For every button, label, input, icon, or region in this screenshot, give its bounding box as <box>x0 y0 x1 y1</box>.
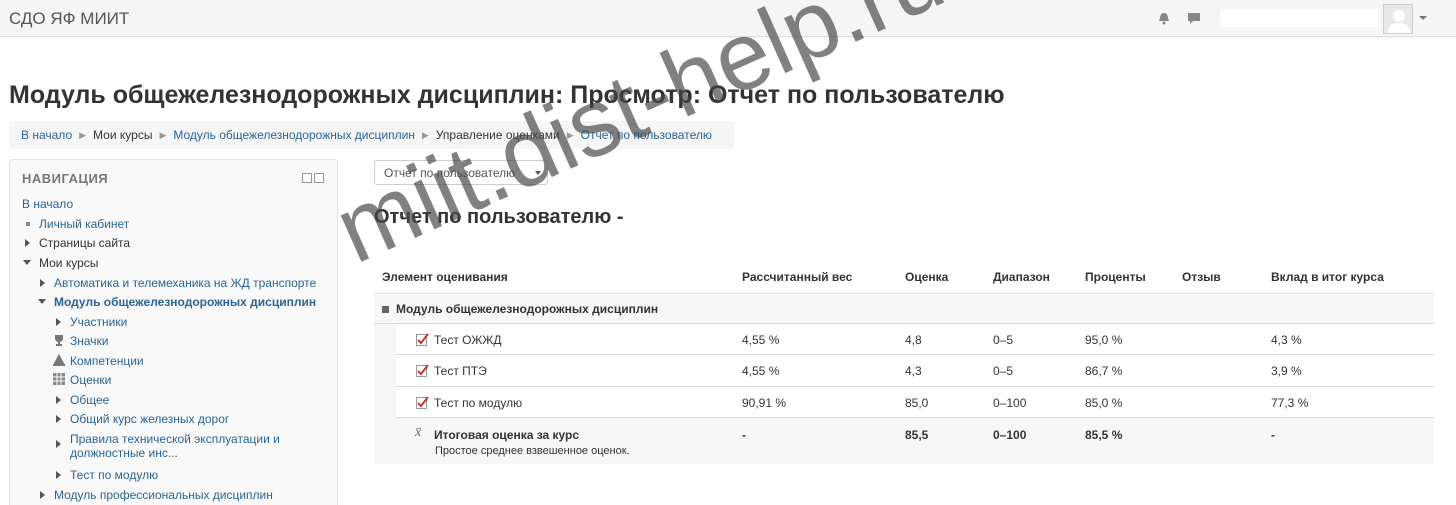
col-header-contribution: Вклад в итог курса <box>1271 270 1384 284</box>
nav-competencies[interactable]: Компетенции <box>53 354 144 368</box>
navigation-block-title: НАВИГАЦИЯ <box>22 171 109 186</box>
expand-arrow-icon <box>25 239 30 247</box>
breadcrumb-home[interactable]: В начало <box>21 128 72 142</box>
expand-arrow-icon <box>56 440 61 448</box>
nav-dashboard[interactable]: Личный кабинет <box>26 217 129 231</box>
grade-cell: 4,3 <box>905 364 922 378</box>
trophy-icon <box>55 335 63 346</box>
contribution-cell: 3,9 % <box>1271 364 1302 378</box>
nav-course-current[interactable]: Модуль общежелезнодорожных дисциплин <box>38 295 316 309</box>
category-icon <box>382 306 389 313</box>
report-title: Отчет по пользователю - <box>374 206 624 228</box>
col-header-item: Элемент оценивания <box>382 270 508 284</box>
site-brand[interactable]: СДО ЯФ МИИТ <box>9 9 129 29</box>
user-menu-caret-icon[interactable] <box>1419 16 1427 20</box>
category-name: Модуль общежелезнодорожных дисциплин <box>382 302 658 316</box>
course-total-label: Итоговая оценка за курс <box>434 428 580 442</box>
total-contribution-cell: - <box>1271 428 1275 442</box>
nav-participants[interactable]: Участники <box>56 315 127 329</box>
nav-site-pages[interactable]: Страницы сайта <box>25 236 130 250</box>
indent-column <box>374 324 396 464</box>
grade-item-link[interactable]: Тест по модулю <box>434 396 522 410</box>
nav-grades[interactable]: Оценки <box>53 373 111 387</box>
navigation-block: НАВИГАЦИЯ В начало Личный кабинет Страни… <box>9 159 338 505</box>
total-weight-cell: - <box>742 428 746 442</box>
block-dock-icon[interactable] <box>302 173 312 183</box>
quiz-icon <box>416 396 429 409</box>
select-arrow-icon <box>535 171 541 175</box>
nav-module-test[interactable]: Тест по модулю <box>56 468 158 482</box>
percent-cell: 85,0 % <box>1085 396 1123 410</box>
quiz-icon <box>416 333 429 346</box>
total-grade-cell: 85,5 <box>905 428 929 442</box>
nav-railway-course[interactable]: Общий курс железных дорог <box>56 412 229 426</box>
expand-arrow-icon <box>56 396 61 404</box>
sigma-icon: x̄ <box>415 425 422 440</box>
nav-badges[interactable]: Значки <box>55 334 109 348</box>
course-total-note: Простое среднее взвешенное оценок. <box>435 445 630 457</box>
range-cell: 0–5 <box>993 333 1014 347</box>
percent-cell: 86,7 % <box>1085 364 1123 378</box>
col-header-range: Диапазон <box>993 270 1050 284</box>
expand-arrow-icon <box>40 491 45 499</box>
user-avatar[interactable] <box>1383 4 1413 34</box>
grade-item-link[interactable]: Тест ОЖЖД <box>434 333 502 347</box>
grade-cell: 85,0 <box>905 396 929 410</box>
page-title: Модуль общежелезнодорожных дисциплин: Пр… <box>9 81 1005 109</box>
quiz-icon <box>416 364 429 377</box>
range-cell: 0–5 <box>993 364 1014 378</box>
nav-general[interactable]: Общее <box>56 393 109 407</box>
contribution-cell: 77,3 % <box>1271 396 1309 410</box>
contribution-cell: 4,3 % <box>1271 333 1302 347</box>
competency-icon <box>53 354 65 366</box>
top-navbar: СДО ЯФ МИИТ <box>0 0 1456 37</box>
grade-item-link[interactable]: Тест ПТЭ <box>434 364 487 378</box>
expand-arrow-icon <box>40 279 45 287</box>
breadcrumb-separator-icon: ▶ <box>421 130 429 140</box>
breadcrumb-grade-admin: Управление оценками <box>435 128 560 142</box>
block-collapse-icon[interactable] <box>314 173 324 183</box>
collapse-arrow-icon <box>38 299 46 304</box>
expand-arrow-icon <box>56 415 61 423</box>
breadcrumb-my-courses: Мои курсы <box>93 128 153 142</box>
nav-course-professional[interactable]: Модуль профессиональных дисциплин <box>40 488 273 502</box>
messages-icon[interactable] <box>1187 12 1201 25</box>
col-header-grade: Оценка <box>905 270 949 284</box>
report-type-select[interactable]: Отчет по пользователю <box>374 160 548 185</box>
grade-cell: 4,8 <box>905 333 922 347</box>
total-percent-cell: 85,5 % <box>1085 428 1123 442</box>
nav-home[interactable]: В начало <box>22 197 73 211</box>
breadcrumb-separator-icon: ▶ <box>79 130 87 140</box>
nav-my-courses[interactable]: Мои курсы <box>23 256 98 270</box>
weight-cell: 4,55 % <box>742 333 780 347</box>
total-range-cell: 0–100 <box>993 428 1027 442</box>
expand-arrow-icon <box>56 318 61 326</box>
breadcrumb-user-report[interactable]: Отчет по пользователю <box>581 128 712 142</box>
collapse-arrow-icon <box>23 260 31 265</box>
col-header-percent: Проценты <box>1085 270 1146 284</box>
report-type-value: Отчет по пользователю <box>384 166 516 180</box>
grades-table-icon <box>53 373 65 385</box>
breadcrumb-separator-icon: ▶ <box>566 130 574 140</box>
col-header-feedback: Отзыв <box>1182 270 1221 284</box>
weight-cell: 4,55 % <box>742 364 780 378</box>
breadcrumb-separator-icon: ▶ <box>159 130 167 140</box>
percent-cell: 95,0 % <box>1085 333 1123 347</box>
bullet-icon <box>26 222 30 226</box>
range-cell: 0–100 <box>993 396 1027 410</box>
nav-pte-rules[interactable]: Правила технической эксплуатации и должно… <box>56 432 280 460</box>
expand-arrow-icon <box>56 471 61 479</box>
weight-cell: 90,91 % <box>742 396 787 410</box>
avatar-icon <box>1387 10 1411 33</box>
user-grade-report-table: Элемент оценивания Рассчитанный вес Оцен… <box>374 262 1434 464</box>
nav-course-automation[interactable]: Автоматика и телемеханика на ЖД транспор… <box>40 276 316 290</box>
user-name-field[interactable] <box>1220 9 1378 27</box>
breadcrumb-course[interactable]: Модуль общежелезнодорожных дисциплин <box>173 128 415 142</box>
notifications-icon[interactable] <box>1157 12 1171 25</box>
col-header-weight: Рассчитанный вес <box>742 270 853 284</box>
breadcrumb: В начало ▶ Мои курсы ▶ Модуль общежелезнодор… <box>9 121 734 149</box>
